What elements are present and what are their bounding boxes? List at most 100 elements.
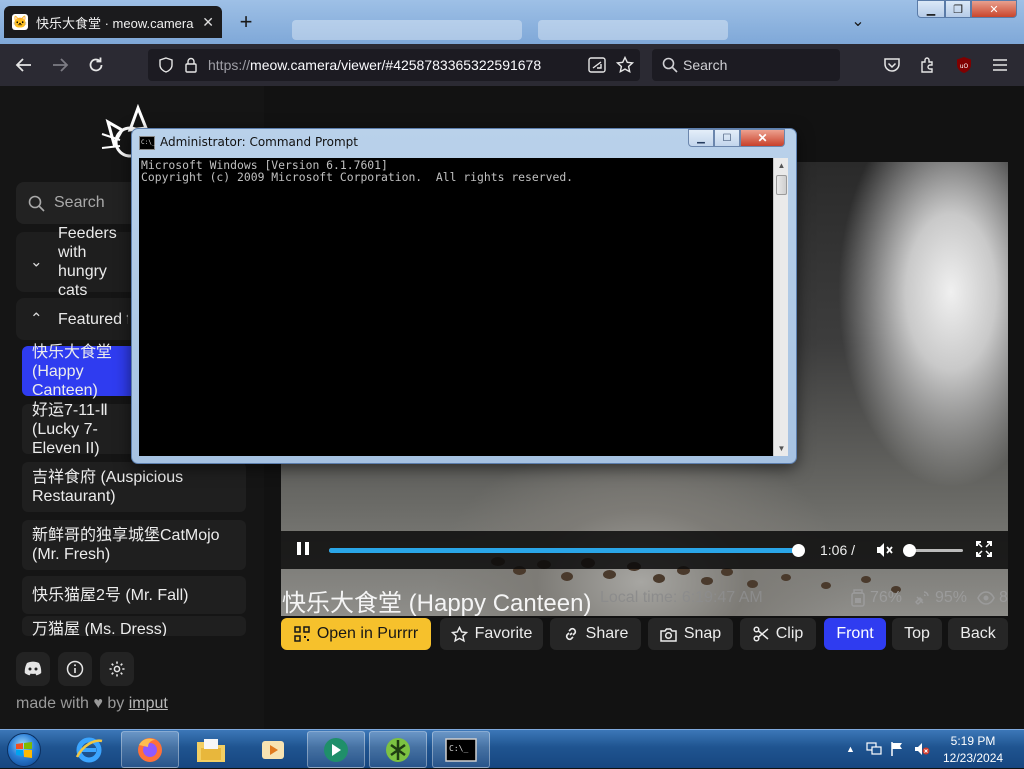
sidebar-search-placeholder: Search — [54, 194, 105, 211]
camera-top-button[interactable]: Top — [892, 618, 942, 650]
svg-text:C:\_: C:\_ — [449, 744, 468, 753]
browser-nav-bar: https:// meow.camera/viewer/#42587833653… — [0, 44, 1024, 86]
favorite-label: Favorite — [474, 625, 533, 642]
minimize-button[interactable]: ▁ — [917, 0, 945, 18]
camera-title: 快乐大食堂 (Happy Canteen) — [282, 590, 592, 617]
sidebar-item-ms-dress[interactable]: 万猫屋 (Ms. Dress) — [22, 616, 246, 636]
share-label: Share — [585, 625, 629, 642]
media-player-icon[interactable] — [244, 731, 302, 768]
video-controls: 1:06 / — [281, 531, 1008, 569]
reload-icon[interactable] — [84, 53, 108, 77]
clip-button[interactable]: Clip — [740, 618, 816, 650]
made-with-credit: made with ♥ by imput — [16, 695, 168, 713]
sidebar-item-mr-fresh[interactable]: 新鲜哥的独享城堡CatMojo (Mr. Fresh) — [22, 520, 246, 570]
chevron-down-icon: ⌄ — [30, 253, 43, 271]
scroll-thumb[interactable] — [776, 175, 787, 195]
progress-bar[interactable] — [329, 544, 806, 557]
volume-muted-icon[interactable] — [914, 742, 930, 756]
camera-icon — [660, 627, 677, 642]
mute-icon[interactable] — [875, 541, 893, 559]
media-center-icon[interactable] — [307, 731, 365, 768]
favorite-button[interactable]: Favorite — [440, 618, 543, 650]
heart-icon: ♥ — [93, 695, 103, 712]
viewers-value: 8 — [999, 589, 1008, 606]
made-with-text: made with — [16, 695, 89, 712]
sidebar-item-label: 快乐大食堂 (Happy Canteen) — [32, 343, 113, 399]
command-prompt-window[interactable]: C:\_ Administrator: Command Prompt ▁ ☐ ✕… — [131, 128, 797, 464]
tab-close-icon[interactable]: ✕ — [202, 14, 214, 31]
sidebar-item-label: 万猫屋 (Ms. Dress) — [32, 621, 168, 636]
qr-code-icon — [294, 626, 310, 642]
shield-icon[interactable] — [158, 57, 174, 73]
cmd-minimize-button[interactable]: ▁ — [688, 129, 714, 147]
pause-button[interactable] — [297, 542, 313, 558]
front-label: Front — [836, 625, 874, 642]
camera-back-button[interactable]: Back — [948, 618, 1008, 650]
back-arrow-icon[interactable] — [12, 53, 36, 77]
tab-list-chevron-icon[interactable]: ⌄ — [846, 10, 870, 34]
volume-handle[interactable] — [903, 544, 916, 557]
signal-value: 95% — [935, 589, 968, 606]
close-window-button[interactable]: ✕ — [971, 0, 1017, 18]
reader-view-icon[interactable] — [588, 57, 606, 73]
section-label: Featured feeders — [58, 310, 128, 328]
console-output: Microsoft Windows [Version 6.1.7601] Cop… — [141, 158, 574, 184]
ublock-origin-icon[interactable]: uO — [952, 53, 976, 77]
browser-tab-bar: 🐱 快乐大食堂 · meow.camera ✕ + ⌄ ▁ ❐ ✕ — [0, 0, 1024, 44]
progress-handle[interactable] — [792, 544, 806, 557]
show-hidden-icons-arrow-icon[interactable]: ▲ — [846, 744, 855, 754]
internet-explorer-icon[interactable] — [60, 731, 118, 768]
browser-tab-active[interactable]: 🐱 快乐大食堂 · meow.camera ✕ — [4, 6, 222, 38]
scroll-up-arrow-icon[interactable]: ▲ — [774, 158, 789, 173]
hamburger-menu-icon[interactable] — [988, 53, 1012, 77]
open-in-purrrr-button[interactable]: Open in Purrrr — [281, 618, 431, 650]
lock-icon[interactable] — [184, 57, 198, 73]
volume-slider[interactable] — [903, 544, 963, 557]
snap-button[interactable]: Snap — [648, 618, 733, 650]
taskbar-clock-date[interactable]: 12/23/2024 — [943, 751, 1003, 765]
network-icon[interactable] — [866, 742, 882, 756]
restore-button[interactable]: ❐ — [945, 0, 971, 18]
bookmark-star-icon[interactable] — [616, 56, 634, 74]
signal-stat: 95% — [913, 589, 967, 607]
scroll-down-arrow-icon[interactable]: ▼ — [774, 441, 789, 456]
info-icon[interactable] — [58, 652, 92, 686]
cmd-maximize-button[interactable]: ☐ — [714, 129, 740, 147]
search-placeholder: Search — [683, 57, 728, 73]
command-prompt-taskbar-icon[interactable]: C:\_ — [432, 731, 490, 768]
browser-search-bar[interactable]: Search — [652, 49, 840, 81]
svg-text:uO: uO — [960, 63, 969, 70]
command-prompt-icon: C:\_ — [139, 136, 155, 150]
sidebar-item-auspicious-restaurant[interactable]: 吉祥食府 (Auspicious Restaurant) — [22, 462, 246, 512]
start-button[interactable] — [4, 731, 44, 768]
discord-icon[interactable] — [16, 652, 50, 686]
by-text: by — [107, 695, 125, 712]
background-tab[interactable] — [538, 20, 728, 40]
forward-arrow-icon[interactable] — [48, 53, 72, 77]
pocket-icon[interactable] — [880, 53, 904, 77]
cmd-close-button[interactable]: ✕ — [740, 129, 785, 147]
extensions-icon[interactable] — [916, 53, 940, 77]
author-link[interactable]: imput — [129, 695, 168, 712]
share-button[interactable]: Share — [550, 618, 641, 650]
green-app-icon[interactable] — [369, 731, 427, 768]
taskbar-clock-time[interactable]: 5:19 PM — [943, 734, 1003, 748]
fullscreen-icon[interactable] — [975, 540, 993, 558]
firefox-icon[interactable] — [121, 731, 179, 768]
new-tab-button[interactable]: + — [232, 8, 260, 36]
action-center-flag-icon[interactable] — [890, 741, 904, 757]
satellite-icon — [913, 589, 931, 607]
camera-front-button[interactable]: Front — [824, 618, 886, 650]
food-level-stat: 76% — [850, 589, 902, 607]
tab-title: 快乐大食堂 · meow.camera — [36, 15, 194, 31]
scissors-icon — [753, 626, 769, 642]
background-tab[interactable] — [292, 20, 522, 40]
sidebar-item-mr-fall[interactable]: 快乐猫屋2号 (Mr. Fall) — [22, 576, 246, 614]
file-explorer-icon[interactable] — [182, 731, 240, 768]
playback-time: 1:06 / — [820, 542, 856, 558]
command-prompt-console[interactable]: Microsoft Windows [Version 6.1.7601] Cop… — [139, 158, 788, 456]
local-time: Local time: 6:19:47 AM — [600, 589, 763, 606]
url-bar[interactable]: https:// meow.camera/viewer/#42587833653… — [148, 49, 640, 81]
console-scrollbar[interactable]: ▲ ▼ — [773, 158, 788, 456]
gear-icon[interactable] — [100, 652, 134, 686]
